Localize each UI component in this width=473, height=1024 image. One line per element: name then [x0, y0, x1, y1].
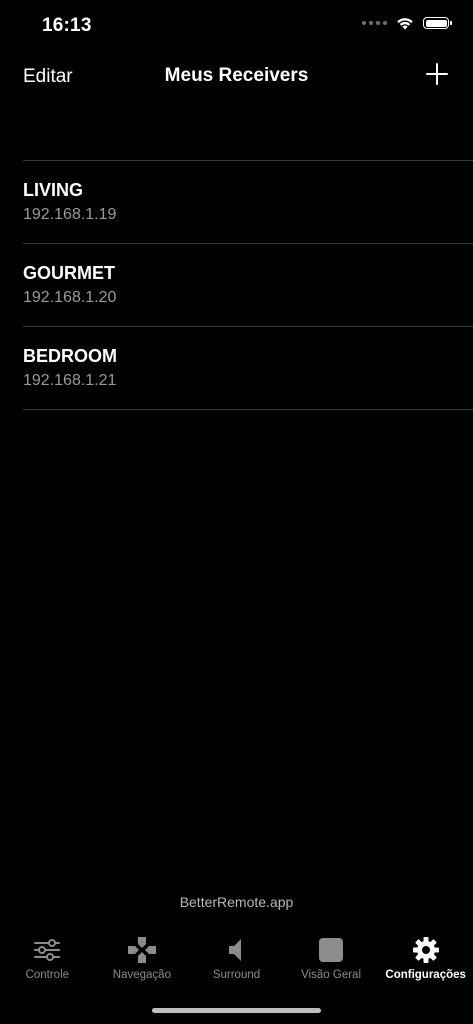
status-time: 16:13 — [42, 15, 92, 36]
receiver-row-living[interactable]: LIVING 192.168.1.19 — [23, 161, 473, 244]
cellular-signal-icon — [362, 21, 387, 25]
home-indicator[interactable] — [152, 1008, 321, 1013]
tab-navegacao[interactable]: Navegação — [95, 930, 190, 990]
receiver-ip: 192.168.1.21 — [23, 372, 117, 389]
tab-label: Surround — [212, 969, 261, 981]
tab-label: Configurações — [385, 969, 466, 981]
battery-icon — [423, 17, 452, 29]
gear-icon — [412, 937, 439, 963]
receiver-row-gourmet[interactable]: GOURMET 192.168.1.20 — [23, 244, 473, 327]
page-title: Meus Receivers — [164, 65, 309, 86]
sliders-icon — [34, 939, 61, 961]
tab-configuracoes[interactable]: Configurações — [378, 930, 473, 990]
receiver-list: LIVING 192.168.1.19 GOURMET 192.168.1.20… — [23, 160, 473, 410]
tab-surround[interactable]: Surround — [189, 930, 284, 990]
receiver-row-bedroom[interactable]: BEDROOM 192.168.1.21 — [23, 327, 473, 410]
dpad-icon — [127, 937, 156, 963]
tab-label: Visão Geral — [301, 969, 362, 981]
tab-bar: Controle Navegação Surround Visão Geral — [0, 930, 473, 990]
speaker-icon — [229, 939, 242, 961]
receiver-ip: 192.168.1.20 — [23, 289, 117, 306]
receiver-ip: 192.168.1.19 — [23, 206, 117, 223]
navigation-bar: Editar Meus Receivers — [0, 52, 473, 100]
app-brand-text: BetterRemote.app — [179, 894, 294, 910]
tab-label: Controle — [25, 969, 70, 981]
receiver-name: BEDROOM — [23, 346, 117, 366]
receiver-name: LIVING — [23, 180, 84, 200]
wifi-icon — [397, 18, 413, 30]
plus-icon[interactable] — [426, 63, 448, 85]
receiver-name: GOURMET — [23, 263, 115, 283]
square-icon — [319, 938, 344, 962]
status-bar: 16:13 — [0, 0, 473, 52]
status-icons — [362, 16, 452, 30]
tab-visao-geral[interactable]: Visão Geral — [284, 930, 379, 990]
tab-controle[interactable]: Controle — [0, 930, 95, 990]
tab-label: Navegação — [112, 969, 171, 981]
